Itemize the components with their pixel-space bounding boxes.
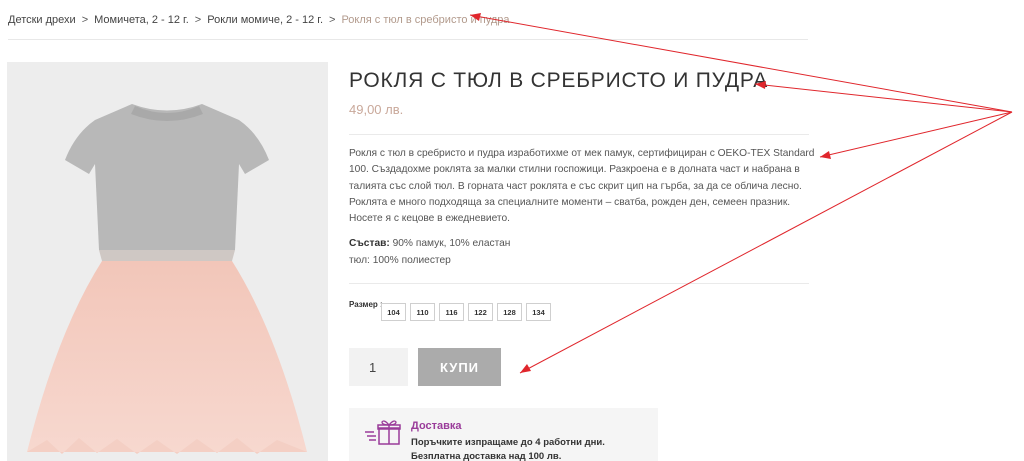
divider [349,283,809,284]
annotation-arrow-head [520,364,531,373]
product-description: Рокля с тюл в сребристо и пудра изработи… [349,148,815,225]
breadcrumb: Детски дрехи > Момичета, 2 - 12 г. > Рокли м… [8,14,509,26]
product-price: 49,00 лв. [349,102,404,117]
size-option-134[interactable]: 134 [526,303,551,321]
product-title: РОКЛЯ С ТЮЛ В СРЕБРИСТО И ПУДРА [349,69,769,92]
breadcrumb-item-girls[interactable]: Момичета, 2 - 12 г. [94,14,189,26]
dress-illustration [27,104,307,454]
buy-button[interactable]: КУПИ [418,348,501,386]
size-option-122[interactable]: 122 [468,303,493,321]
delivery-info: Доставка Поръчките изпращаме до 4 работн… [349,408,658,461]
annotation-arrow-line [754,83,1013,113]
delivery-title: Доставка [411,420,462,432]
composition-line-1: Състав: 90% памук, 10% еластан [349,235,510,252]
delivery-time-text: Поръчките изпращаме до 4 работни дни. [411,437,605,448]
size-option-116[interactable]: 116 [439,303,464,321]
product-image[interactable] [7,62,328,461]
composition-label: Състав: [349,238,390,249]
annotation-arrow-line [469,14,1013,113]
free-delivery-text: Безплатна доставка над 100 лв. [411,451,562,461]
breadcrumb-item-kids-clothes[interactable]: Детски дрехи [8,14,76,26]
annotation-arrow-head [820,151,831,159]
size-options: 104 110 116 122 128 134 [381,303,551,321]
size-option-128[interactable]: 128 [497,303,522,321]
breadcrumb-divider [8,39,808,40]
annotation-arrow-line [819,111,1013,158]
breadcrumb-separator: > [194,14,202,26]
divider [349,134,809,135]
quantity-input[interactable] [349,348,408,386]
composition-value: 90% памук, 10% еластан [389,238,511,249]
breadcrumb-separator: > [329,14,336,26]
size-option-104[interactable]: 104 [381,303,406,321]
breadcrumb-separator: > [81,14,89,26]
breadcrumb-item-girls-dresses[interactable]: Рокли момиче, 2 - 12 г. [207,14,323,26]
gift-delivery-icon [365,420,401,445]
size-option-110[interactable]: 110 [410,303,435,321]
composition-line-2: тюл: 100% полиестер [349,255,451,266]
product-composition: Състав: 90% памук, 10% еластан тюл: 100%… [349,235,510,269]
size-label: Размер : [349,300,383,309]
breadcrumb-current: Рокля с тюл в сребристо и пудра [341,14,510,26]
